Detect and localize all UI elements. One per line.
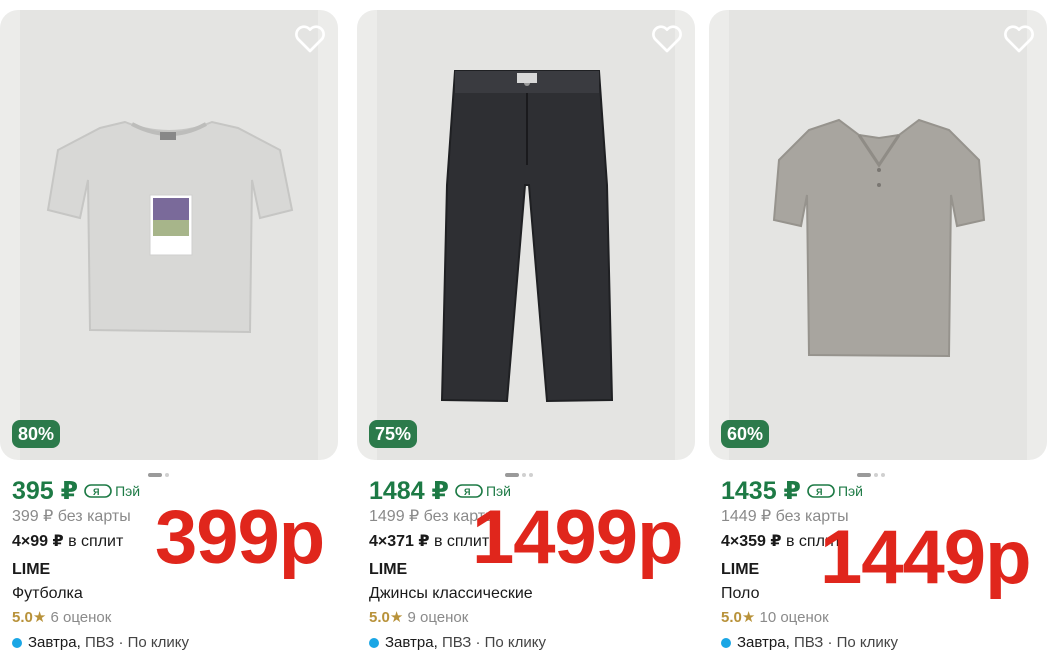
product-image[interactable]: 75% <box>357 10 695 460</box>
discount-badge: 60% <box>721 420 770 448</box>
heart-icon[interactable] <box>1003 24 1035 54</box>
overlay-price-annotation: 399р <box>155 495 325 580</box>
rating: 5.0★ 10 оценок <box>721 609 829 626</box>
delivery-info: Завтра, ПВЗ · По клику <box>721 634 898 651</box>
price: 395 ₽ <box>12 477 79 505</box>
heart-icon[interactable] <box>294 24 326 54</box>
delivery-dot-icon <box>369 637 379 648</box>
yandex-pay-label: Я Пэй <box>84 483 140 499</box>
delivery-dot-icon <box>721 637 731 648</box>
product-image[interactable]: 60% <box>709 10 1047 460</box>
rating: 5.0★ 6 оценок <box>12 609 112 626</box>
yandex-pay-icon: Я <box>84 484 112 498</box>
polo-image <box>772 118 986 358</box>
brand-name[interactable]: LIME <box>721 561 759 579</box>
brand-name[interactable]: LIME <box>12 561 50 579</box>
star-icon: ★ <box>741 609 756 626</box>
rating: 5.0★ 9 оценок <box>369 609 469 626</box>
yandex-pay-label: Я Пэй <box>807 483 863 499</box>
price: 1435 ₽ <box>721 477 801 505</box>
discount-badge: 80% <box>12 420 61 448</box>
tshirt-image <box>46 120 294 334</box>
carousel-indicator[interactable] <box>505 466 536 477</box>
star-icon: ★ <box>389 609 404 626</box>
yandex-pay-icon: Я <box>807 484 835 498</box>
heart-icon[interactable] <box>651 24 683 54</box>
svg-text:Я: Я <box>816 487 822 497</box>
price: 1484 ₽ <box>369 477 449 505</box>
old-price: 399 ₽ без карты <box>12 508 131 525</box>
brand-name[interactable]: LIME <box>369 561 407 579</box>
svg-text:Я: Я <box>93 487 99 497</box>
discount-badge: 75% <box>369 420 418 448</box>
overlay-price-annotation: 1449р <box>820 515 1031 600</box>
carousel-indicator[interactable] <box>148 466 172 477</box>
product-title[interactable]: Поло <box>721 585 759 603</box>
split-payment[interactable]: 4×99 ₽ в сплит <box>12 531 123 551</box>
delivery-info: Завтра, ПВЗ · По клику <box>12 634 189 651</box>
carousel-indicator[interactable] <box>857 466 888 477</box>
product-image[interactable]: 80% <box>0 10 338 460</box>
svg-text:Я: Я <box>464 487 470 497</box>
product-title[interactable]: Джинсы классические <box>369 585 533 603</box>
product-title[interactable]: Футболка <box>12 585 83 603</box>
overlay-price-annotation: 1499р <box>472 495 683 580</box>
star-icon: ★ <box>32 609 47 626</box>
jeans-image <box>440 70 614 403</box>
delivery-info: Завтра, ПВЗ · По клику <box>369 634 546 651</box>
delivery-dot-icon <box>12 637 22 648</box>
